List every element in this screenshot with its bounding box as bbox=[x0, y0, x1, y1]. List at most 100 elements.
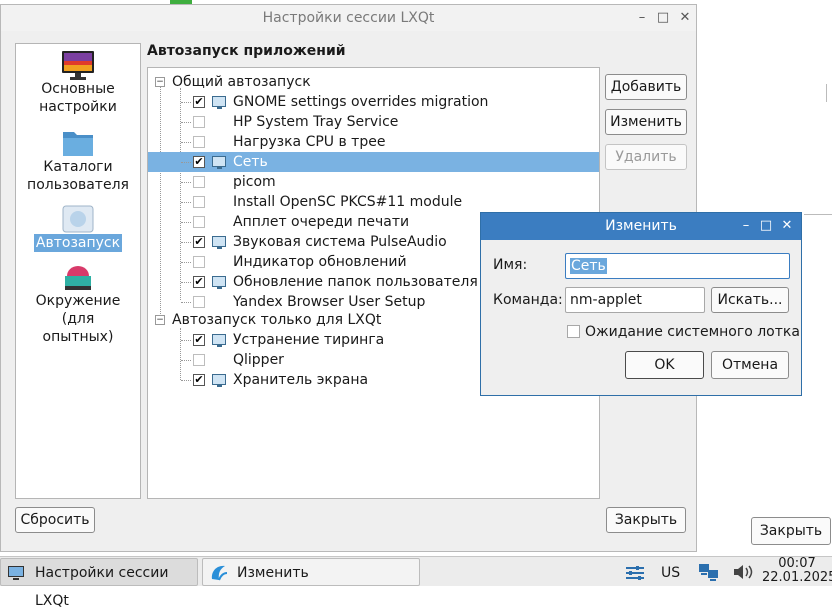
network-icon bbox=[212, 156, 226, 169]
tree-line bbox=[181, 162, 191, 163]
checkbox[interactable] bbox=[193, 176, 205, 188]
sliders-icon[interactable] bbox=[624, 564, 646, 582]
app-icon bbox=[212, 236, 226, 249]
tree-line bbox=[181, 142, 191, 143]
background-window-edge bbox=[826, 84, 832, 102]
tree-row[interactable]: Install OpenSC PKCS#11 module bbox=[148, 192, 599, 212]
task-label: Изменить bbox=[237, 565, 309, 581]
minimize-icon[interactable]: – bbox=[634, 9, 650, 27]
sidebar-item-label: Каталоги bbox=[43, 159, 113, 175]
collapse-icon[interactable]: − bbox=[155, 77, 165, 87]
volume-icon[interactable] bbox=[732, 563, 754, 581]
tree-line bbox=[181, 302, 191, 303]
add-button[interactable]: Добавить bbox=[605, 74, 687, 100]
minimize-icon[interactable]: – bbox=[738, 217, 754, 235]
name-field[interactable]: Сеть bbox=[565, 253, 790, 279]
sidebar-item-label: настройки bbox=[39, 99, 117, 115]
network-icon[interactable] bbox=[698, 562, 720, 582]
checkbox[interactable] bbox=[193, 256, 205, 268]
checkbox[interactable] bbox=[193, 136, 205, 148]
row-label: Qlipper bbox=[233, 352, 284, 368]
window-title: Настройки сессии LXQt bbox=[262, 10, 435, 26]
tree-row[interactable]: ✔ GNOME settings overrides migration bbox=[148, 92, 599, 112]
checkbox[interactable]: ✔ bbox=[193, 374, 205, 386]
tree-line bbox=[181, 340, 191, 341]
tree-row[interactable]: Нагрузка CPU в трее bbox=[148, 132, 599, 152]
tree-line bbox=[181, 360, 191, 361]
row-label: Сеть bbox=[233, 154, 268, 170]
row-label: picom bbox=[233, 174, 276, 190]
row-label: Апплет очереди печати bbox=[233, 214, 410, 230]
row-label: HP System Tray Service bbox=[233, 114, 399, 130]
tree-line bbox=[181, 202, 191, 203]
environment-icon bbox=[61, 262, 95, 292]
tree-row-selected[interactable]: ✔ Сеть bbox=[148, 152, 599, 172]
ok-button[interactable]: OK bbox=[625, 351, 704, 379]
group-label: Общий автозапуск bbox=[172, 74, 311, 90]
checkbox[interactable]: ✔ bbox=[193, 276, 205, 288]
checkbox[interactable] bbox=[193, 296, 205, 308]
close-button[interactable]: Закрыть bbox=[606, 507, 686, 533]
tree-line bbox=[181, 282, 191, 283]
sidebar-item-environment[interactable]: Окружение (для опытных) bbox=[16, 262, 140, 346]
checkbox[interactable]: ✔ bbox=[193, 96, 205, 108]
tree-group-general[interactable]: − Общий автозапуск bbox=[148, 72, 599, 92]
checkbox[interactable] bbox=[193, 354, 205, 366]
name-value: Сеть bbox=[570, 258, 607, 274]
settings-sidebar: Основные настройки Каталоги пользователя… bbox=[15, 43, 141, 499]
sidebar-item-autostart[interactable]: Автозапуск bbox=[16, 204, 140, 252]
clock[interactable]: 00:07 22.01.2025 bbox=[762, 557, 832, 585]
wait-tray-checkbox[interactable] bbox=[567, 325, 580, 338]
checkbox[interactable]: ✔ bbox=[193, 156, 205, 168]
autostart-icon bbox=[61, 204, 95, 234]
sidebar-item-basic[interactable]: Основные настройки bbox=[16, 50, 140, 116]
name-label: Имя: bbox=[493, 257, 528, 273]
task-session-settings[interactable]: Настройки сессии LXQt bbox=[0, 558, 198, 609]
tree-row[interactable]: picom bbox=[148, 172, 599, 192]
tree-line bbox=[181, 262, 191, 263]
app-icon bbox=[212, 374, 226, 387]
edit-button[interactable]: Изменить bbox=[605, 109, 687, 135]
group-label: Автозапуск только для LXQt bbox=[172, 312, 382, 328]
tree-row[interactable]: HP System Tray Service bbox=[148, 112, 599, 132]
lxqt-logo-icon bbox=[209, 563, 229, 583]
row-label: Нагрузка CPU в трее bbox=[233, 134, 386, 150]
clock-date: 22.01.2025 bbox=[762, 570, 832, 585]
browse-button[interactable]: Искать... bbox=[711, 287, 789, 313]
folder-icon bbox=[61, 128, 95, 158]
checkbox[interactable] bbox=[193, 116, 205, 128]
close-icon[interactable]: ✕ bbox=[677, 9, 693, 27]
monitor-icon bbox=[61, 50, 95, 80]
checkbox[interactable]: ✔ bbox=[193, 236, 205, 248]
reset-button[interactable]: Сбросить bbox=[15, 507, 95, 533]
checkbox[interactable]: ✔ bbox=[193, 334, 205, 346]
maximize-icon[interactable]: □ bbox=[655, 9, 671, 27]
sidebar-item-label: пользователя bbox=[27, 177, 129, 193]
collapse-icon[interactable]: − bbox=[155, 315, 165, 325]
checkbox[interactable] bbox=[193, 216, 205, 228]
sidebar-item-user-dirs[interactable]: Каталоги пользователя bbox=[16, 128, 140, 194]
close-icon[interactable]: ✕ bbox=[779, 217, 795, 235]
background-close-button[interactable]: Закрыть bbox=[751, 517, 831, 545]
cancel-button[interactable]: Отмена bbox=[711, 351, 789, 379]
page-title: Автозапуск приложений bbox=[147, 43, 346, 59]
sidebar-item-label: опытных) bbox=[42, 329, 114, 345]
row-label: Обновление папок пользователя bbox=[233, 274, 478, 290]
window-titlebar: Настройки сессии LXQt – □ ✕ bbox=[1, 5, 696, 31]
row-label: Индикатор обновлений bbox=[233, 254, 407, 270]
keyboard-layout[interactable]: US bbox=[661, 565, 680, 581]
task-label: Настройки сессии LXQt bbox=[35, 565, 169, 609]
delete-button[interactable]: Удалить bbox=[605, 144, 687, 170]
row-label: Звуковая система PulseAudio bbox=[233, 234, 447, 250]
tree-line bbox=[181, 122, 191, 123]
edit-dialog: Изменить – □ ✕ Имя: Сеть Команда: nm-app… bbox=[480, 212, 802, 396]
wait-tray-label: Ожидание системного лотка bbox=[585, 324, 800, 340]
taskbar: Настройки сессии LXQt Изменить US 00:07 … bbox=[0, 556, 832, 609]
command-field[interactable]: nm-applet bbox=[565, 287, 705, 313]
checkbox[interactable] bbox=[193, 196, 205, 208]
task-edit-dialog[interactable]: Изменить bbox=[202, 558, 420, 586]
row-label: Устранение тиринга bbox=[233, 332, 385, 348]
maximize-icon[interactable]: □ bbox=[758, 217, 774, 235]
row-label: Install OpenSC PKCS#11 module bbox=[233, 194, 463, 210]
sidebar-item-label: Автозапуск bbox=[33, 234, 123, 252]
